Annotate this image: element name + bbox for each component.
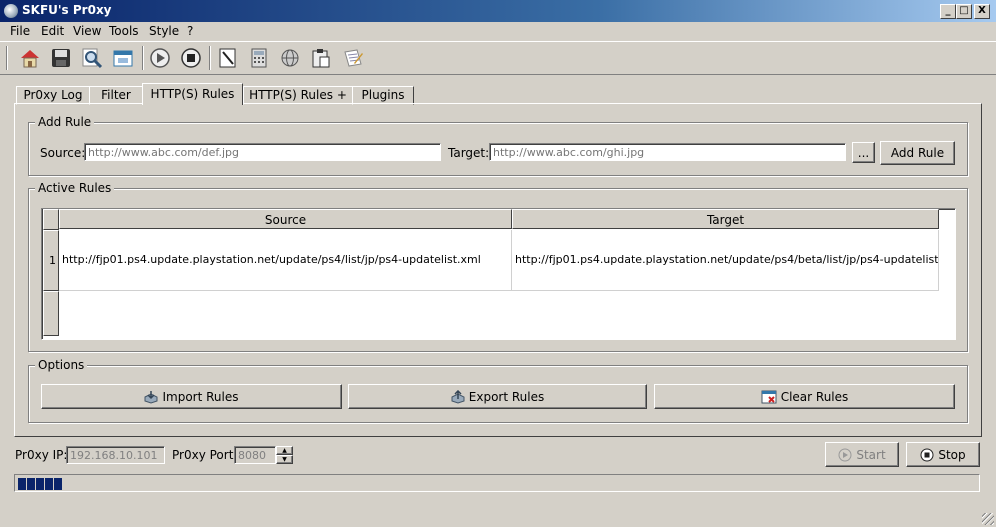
menu-tools[interactable]: Tools	[109, 24, 139, 38]
active-rules-group-label: Active Rules	[35, 181, 115, 195]
table-cell-target[interactable]: http://fjp01.ps4.update.playstation.net/…	[512, 230, 939, 291]
progress-block	[18, 478, 26, 490]
table-empty-rowhdr	[43, 291, 59, 336]
source-label: Source:	[40, 146, 86, 160]
save-icon[interactable]	[48, 45, 74, 71]
home-icon[interactable]	[17, 45, 43, 71]
menu-help[interactable]: ?	[187, 24, 193, 38]
draw-icon[interactable]	[215, 45, 241, 71]
proxy-ip-input[interactable]	[66, 446, 165, 464]
stop-label: Stop	[938, 447, 966, 462]
search-icon[interactable]	[79, 45, 105, 71]
maximize-button[interactable]: □	[956, 4, 972, 19]
clear-rules-label: Clear Rules	[780, 389, 849, 404]
tab-https-rules[interactable]: HTTP(S) Rules	[142, 83, 243, 105]
source-input[interactable]	[84, 143, 441, 161]
add-rule-button[interactable]: Add Rule	[880, 141, 955, 165]
menu-view[interactable]: View	[73, 24, 101, 38]
play-small-icon	[838, 448, 852, 461]
progress-block	[36, 478, 44, 490]
calculator-icon[interactable]	[246, 45, 272, 71]
globe-icon[interactable]	[277, 45, 303, 71]
progress-block	[27, 478, 35, 490]
menu-style[interactable]: Style	[149, 24, 179, 38]
proxy-port-input[interactable]	[234, 446, 276, 464]
progress-bar	[14, 474, 980, 492]
progress-block	[54, 478, 62, 490]
toolbar	[0, 41, 996, 75]
play-icon[interactable]	[147, 45, 173, 71]
menu-bar: File Edit View Tools Style ?	[0, 22, 996, 40]
resize-grip[interactable]	[982, 513, 994, 525]
progress-block	[45, 478, 53, 490]
proxy-port-label: Pr0xy Port:	[172, 448, 238, 462]
export-rules-button[interactable]: Export Rules	[348, 384, 647, 409]
clear-icon	[761, 390, 777, 403]
target-input[interactable]	[489, 143, 846, 161]
rules-table[interactable]: Source Target 1 http://fjp01.ps4.update.…	[41, 208, 956, 340]
import-icon	[144, 390, 158, 404]
menu-edit[interactable]: Edit	[41, 24, 64, 38]
stop-small-icon	[920, 448, 934, 461]
app-globe-icon	[4, 4, 18, 18]
stop-icon[interactable]	[178, 45, 204, 71]
start-button: Start	[825, 442, 899, 467]
export-icon	[451, 389, 465, 404]
row-header[interactable]: 1	[43, 230, 59, 291]
browse-button[interactable]: ...	[852, 142, 875, 163]
table-cell-source[interactable]: http://fjp01.ps4.update.playstation.net/…	[59, 230, 512, 291]
target-label: Target:	[448, 146, 490, 160]
window-title: SKFU's Pr0xy	[22, 3, 112, 17]
close-button[interactable]: X	[974, 4, 990, 19]
table-corner	[43, 209, 59, 230]
export-rules-label: Export Rules	[468, 389, 545, 404]
window-icon[interactable]	[110, 45, 136, 71]
options-group-label: Options	[35, 358, 88, 372]
import-rules-button[interactable]: Import Rules	[41, 384, 342, 409]
port-spin-up[interactable]: ▲	[276, 446, 293, 455]
proxy-ip-label: Pr0xy IP:	[15, 448, 68, 462]
menu-file[interactable]: File	[10, 24, 30, 38]
column-header-target[interactable]: Target	[512, 209, 939, 229]
column-header-source[interactable]: Source	[59, 209, 512, 229]
port-spin-down[interactable]: ▼	[276, 455, 293, 464]
stop-button[interactable]: Stop	[906, 442, 980, 467]
toolbar-grip	[6, 46, 8, 70]
notes-icon[interactable]	[340, 45, 366, 71]
minimize-button[interactable]: _	[940, 4, 956, 19]
add-rule-group-label: Add Rule	[35, 115, 95, 129]
import-rules-label: Import Rules	[162, 389, 239, 404]
start-label: Start	[856, 447, 886, 462]
clear-rules-button[interactable]: Clear Rules	[654, 384, 955, 409]
title-bar: SKFU's Pr0xy _ □ X	[0, 0, 996, 22]
clipboard-icon[interactable]	[308, 45, 334, 71]
